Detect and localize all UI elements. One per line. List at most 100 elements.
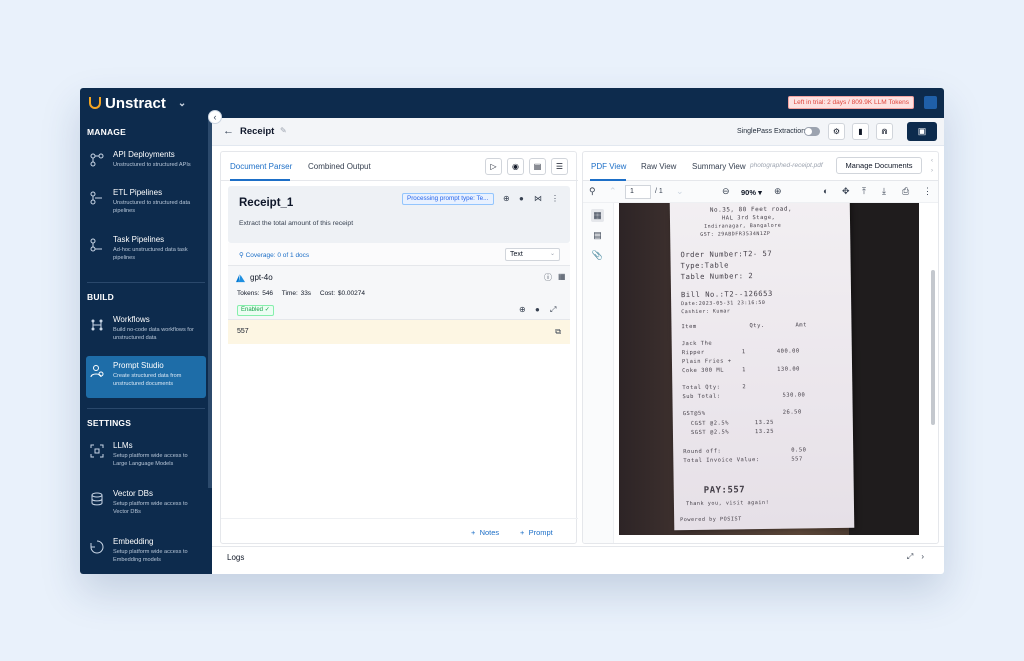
theme-toggle-icon[interactable]: ◐ [823, 186, 828, 196]
info-icon[interactable]: ⓘ [544, 272, 552, 283]
collapse-sidebar-icon[interactable]: ‹ [208, 110, 222, 124]
sidebar-item-desc: Setup platform wide access to Vector DBs [113, 501, 188, 515]
prompt-text[interactable]: Extract the total amount of this receipt [239, 220, 353, 227]
search-icon[interactable]: ⚲ [589, 186, 596, 197]
pdf-toolbar: ⚲ ⌃ 1 / 1 ⌄ ⊖ 90% ▾ ⊕ ◐ ✥ ⤒ ⤓ ⎙ ⋮ [583, 181, 938, 203]
left-tabs: Document Parser Combined Output ▷ ◉ ▤ ☰ [221, 152, 578, 181]
attachment-icon[interactable]: 📎 [591, 249, 604, 262]
run-circle-icon[interactable]: ● [519, 194, 524, 203]
copy-icon[interactable]: ⧉ [555, 327, 561, 337]
sidebar-item-label: Task Pipelines [113, 235, 165, 244]
add-prompt-label: Prompt [528, 528, 553, 537]
chevron-down-icon[interactable]: ⌄ [178, 98, 186, 109]
receipt-line: GST@5% [682, 410, 706, 418]
run-circle-icon[interactable]: ● [535, 305, 540, 314]
sidebar-item-workflows[interactable]: Workflows Build no-code data workflows f… [86, 310, 206, 352]
enabled-badge[interactable]: Enabled ✓ [237, 305, 274, 316]
table-icon[interactable]: ▦ [558, 272, 566, 281]
sidebar-item-api-deployments[interactable]: API Deployments Unstructured to structur… [86, 145, 206, 187]
run-all-icon[interactable]: ◉ [507, 158, 524, 175]
sidebar-item-desc: Setup platform wide access to Large Lang… [113, 453, 188, 467]
receipt-line: Round off: [683, 448, 722, 456]
sidebar-divider [87, 282, 205, 283]
page-up-icon[interactable]: ⌃ [609, 186, 617, 197]
receipt-line: 557 [791, 456, 803, 463]
sidebar-item-embedding[interactable]: Embedding Setup platform wide access to … [86, 532, 206, 574]
download-icon[interactable]: ⤓ [882, 186, 886, 197]
receipt-line: Order Number:T2- 57 [680, 248, 773, 260]
outline-icon[interactable]: ▤ [591, 229, 604, 242]
zoom-level[interactable]: 90% ▾ [741, 188, 762, 197]
chart-icon[interactable]: ▤ [529, 158, 546, 175]
tab-raw-view[interactable]: Raw View [641, 162, 676, 171]
receipt-line: Table Number: 2 [680, 271, 754, 282]
sidebar-item-task-pipelines[interactable]: Task Pipelines Ad-hoc unstructured data … [86, 230, 206, 272]
result-value: 557 [237, 328, 249, 335]
page-number-input[interactable]: 1 [625, 185, 651, 199]
more-options-icon[interactable]: ⋮ [551, 194, 559, 203]
status-badge: Processing prompt type: Te... [402, 193, 494, 205]
add-circle-icon[interactable]: ⊕ [519, 305, 526, 314]
coverage-link[interactable]: ⚲ Coverage: 0 of 1 docs [239, 251, 309, 259]
sidebar-item-desc: Build no-code data workflows for unstruc… [113, 327, 194, 341]
trial-badge[interactable]: Left in trial: 2 days / 809.9K LLM Token… [788, 96, 914, 109]
avatar[interactable] [924, 96, 937, 109]
output-type-select[interactable]: Text ⌄ [505, 248, 560, 261]
receipt-line: Jack The [681, 340, 713, 348]
expand-icon[interactable]: ⤢ [550, 305, 556, 315]
zoom-out-icon[interactable]: ⊖ [722, 186, 730, 197]
pdf-scrollbar[interactable] [931, 270, 935, 425]
sidebar: MANAGE API Deployments Unstructured to s… [80, 118, 212, 574]
sidebar-item-vector-dbs[interactable]: Vector DBs Setup platform wide access to… [86, 484, 206, 526]
more-options-icon[interactable]: ⋮ [923, 186, 932, 197]
back-arrow-icon[interactable]: ← [223, 125, 234, 137]
sidebar-item-label: Embedding [113, 537, 154, 546]
sidebar-item-desc: Unstructured to structured data pipeline… [113, 200, 191, 214]
receipt-line: Powered by POSIST [680, 516, 742, 524]
receipt-line: Indiranagar, Bangalore [704, 222, 782, 230]
tab-summary-view[interactable]: Summary View [692, 162, 746, 171]
chevron-right-icon[interactable]: › [921, 552, 932, 561]
add-circle-icon[interactable]: ⊕ [503, 194, 510, 203]
pan-icon[interactable]: ✥ [842, 186, 850, 197]
sidebar-item-llms[interactable]: LLMs Setup platform wide access to Large… [86, 436, 206, 478]
export-document-icon[interactable]: ▮ [852, 123, 869, 140]
logs-bar[interactable]: Logs ⤢› [212, 546, 944, 568]
result-row: 557 ⧉ [228, 320, 570, 344]
sidebar-scrollbar[interactable] [208, 118, 212, 488]
prompt-name[interactable]: Receipt_1 [239, 197, 293, 209]
zoom-in-icon[interactable]: ⊕ [774, 186, 782, 197]
sidebar-item-label: ETL Pipelines [113, 188, 163, 197]
print-icon[interactable]: ⎙ [902, 186, 909, 197]
tab-scroll-arrows-icon[interactable]: ‹ › [931, 156, 933, 176]
receipt-line: Total Invoice Value: [683, 457, 760, 465]
tab-pdf-view[interactable]: PDF View [591, 162, 626, 171]
manage-documents-button[interactable]: Manage Documents [836, 157, 922, 174]
collapse-icon[interactable]: ⋈ [534, 194, 542, 203]
tab-document-parser[interactable]: Document Parser [230, 162, 292, 171]
receipt-line: 13.25 [754, 419, 774, 427]
brand[interactable]: Unstract ⌄ [89, 95, 186, 112]
sidebar-item-etl-pipelines[interactable]: ETL Pipelines Unstructured to structured… [86, 183, 206, 225]
receipt-line: Thank you, visit again! [685, 499, 770, 508]
share-icon[interactable]: ⋒ [876, 123, 893, 140]
edit-icon[interactable]: ✎ [280, 126, 287, 135]
pdf-page[interactable]: No.35, 80 Feet road, HAL 3rd Stage, Indi… [619, 203, 919, 535]
llm-output-card: gpt-4o ⓘ ▦ Tokens: 546 Time: 33s Cost: $… [228, 266, 570, 320]
singlepass-toggle[interactable] [804, 127, 820, 136]
sidebar-item-prompt-studio[interactable]: Prompt Studio Create structured data fro… [86, 356, 206, 398]
thumbnails-icon[interactable]: ▦ [591, 209, 604, 222]
tab-combined-output[interactable]: Combined Output [308, 162, 371, 171]
llm-name: gpt-4o [250, 273, 273, 282]
deploy-cube-button[interactable]: ▣ [907, 122, 937, 141]
page-down-icon[interactable]: ⌄ [676, 186, 684, 197]
list-icon[interactable]: ☰ [551, 158, 568, 175]
add-notes-button[interactable]: + Notes [471, 528, 499, 537]
settings-gear-icon[interactable]: ⚙ [828, 123, 845, 140]
upload-icon[interactable]: ⤒ [862, 186, 866, 197]
receipt-line: Ripper [681, 349, 705, 357]
expand-icon[interactable]: ⤢ [907, 552, 921, 561]
add-prompt-button[interactable]: + Prompt [520, 528, 553, 537]
run-icon[interactable]: ▷ [485, 158, 502, 175]
receipt-line: 130.00 [777, 366, 800, 373]
